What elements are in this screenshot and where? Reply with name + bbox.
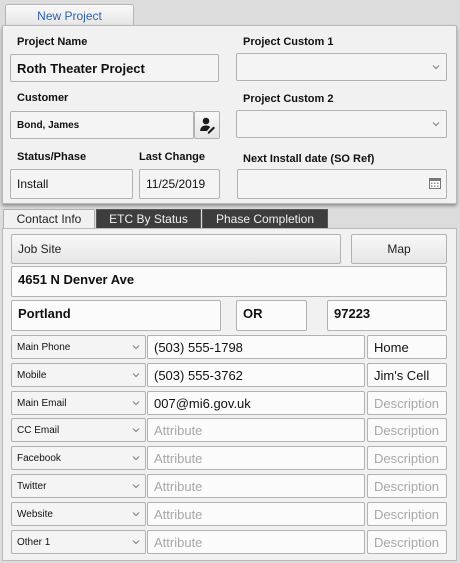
state-field[interactable]: OR (236, 300, 307, 331)
project-custom2-select[interactable] (236, 110, 447, 138)
contact-description-field[interactable]: Description (367, 502, 447, 526)
project-custom1-label: Project Custom 1 (243, 36, 334, 48)
zip-field[interactable]: 97223 (327, 300, 447, 331)
calendar-icon[interactable] (429, 177, 441, 189)
contact-type-select[interactable]: Main Phone (11, 335, 146, 359)
contact-description-field[interactable]: Description (367, 446, 447, 470)
status-phase-field[interactable]: Install (10, 169, 133, 199)
contact-description-field[interactable]: Home (367, 335, 447, 359)
contact-description-field[interactable]: Jim's Cell (367, 363, 447, 387)
project-custom1-select[interactable] (236, 53, 447, 81)
last-change-field: 11/25/2019 (139, 169, 220, 199)
contact-type-value: Website (17, 508, 53, 520)
contact-type-select[interactable]: Twitter (11, 474, 146, 498)
chevron-down-icon (132, 456, 140, 461)
status-phase-label: Status/Phase (17, 151, 87, 163)
contact-type-select[interactable]: Other 1 (11, 530, 146, 554)
contact-type-value: Mobile (17, 369, 47, 381)
contact-type-value: Main Email (17, 397, 67, 409)
chevron-down-icon (132, 428, 140, 433)
next-install-field[interactable] (237, 169, 447, 199)
project-name-label: Project Name (17, 36, 88, 48)
contact-value-field[interactable]: Attribute (147, 446, 365, 470)
chevron-down-icon (132, 401, 140, 406)
job-site-button[interactable]: Job Site (11, 234, 341, 264)
chevron-down-icon (432, 65, 440, 70)
contact-description-field[interactable]: Description (367, 391, 447, 415)
project-custom2-label: Project Custom 2 (243, 93, 334, 105)
contact-type-value: Twitter (17, 480, 47, 492)
contact-type-value: Facebook (17, 452, 61, 464)
last-change-label: Last Change (139, 151, 206, 163)
contact-type-select[interactable]: Website (11, 502, 146, 526)
contact-description-field[interactable]: Description (367, 418, 447, 442)
contact-type-value: Main Phone (17, 341, 71, 353)
chevron-down-icon (132, 512, 140, 517)
city-field[interactable]: Portland (11, 300, 221, 331)
new-project-button[interactable]: New Project (5, 4, 134, 26)
address-field[interactable]: 4651 N Denver Ave (11, 266, 447, 297)
contact-value-field[interactable]: (503) 555-1798 (147, 335, 365, 359)
customer-label: Customer (17, 92, 69, 104)
customer-lookup-button[interactable] (194, 111, 220, 139)
contact-value-field[interactable]: Attribute (147, 530, 365, 554)
chevron-down-icon (132, 373, 140, 378)
tab-phase-completion[interactable]: Phase Completion (202, 209, 328, 228)
chevron-down-icon (132, 484, 140, 489)
contact-type-select[interactable]: Mobile (11, 363, 146, 387)
contact-description-field[interactable]: Description (367, 530, 447, 554)
project-name-field[interactable]: Roth Theater Project (10, 54, 219, 82)
contact-type-value: Other 1 (17, 536, 51, 548)
chevron-down-icon (132, 540, 140, 545)
contact-value-field[interactable]: 007@mi6.gov.uk (147, 391, 365, 415)
tab-etc-by-status[interactable]: ETC By Status (96, 209, 201, 228)
contact-value-field[interactable]: (503) 555-3762 (147, 363, 365, 387)
person-edit-icon (200, 117, 215, 134)
contact-type-select[interactable]: Facebook (11, 446, 146, 470)
customer-field[interactable]: Bond, James (10, 111, 194, 139)
contact-type-select[interactable]: Main Email (11, 391, 146, 415)
chevron-down-icon (432, 122, 440, 127)
contact-value-field[interactable]: Attribute (147, 474, 365, 498)
contact-value-field[interactable]: Attribute (147, 418, 365, 442)
tab-contact-info[interactable]: Contact Info (3, 209, 95, 228)
chevron-down-icon (132, 345, 140, 350)
contact-description-field[interactable]: Description (367, 474, 447, 498)
map-button[interactable]: Map (351, 234, 447, 264)
next-install-label: Next Install date (SO Ref) (243, 153, 375, 165)
contact-value-field[interactable]: Attribute (147, 502, 365, 526)
contact-type-value: CC Email (17, 424, 60, 436)
contact-type-select[interactable]: CC Email (11, 418, 146, 442)
